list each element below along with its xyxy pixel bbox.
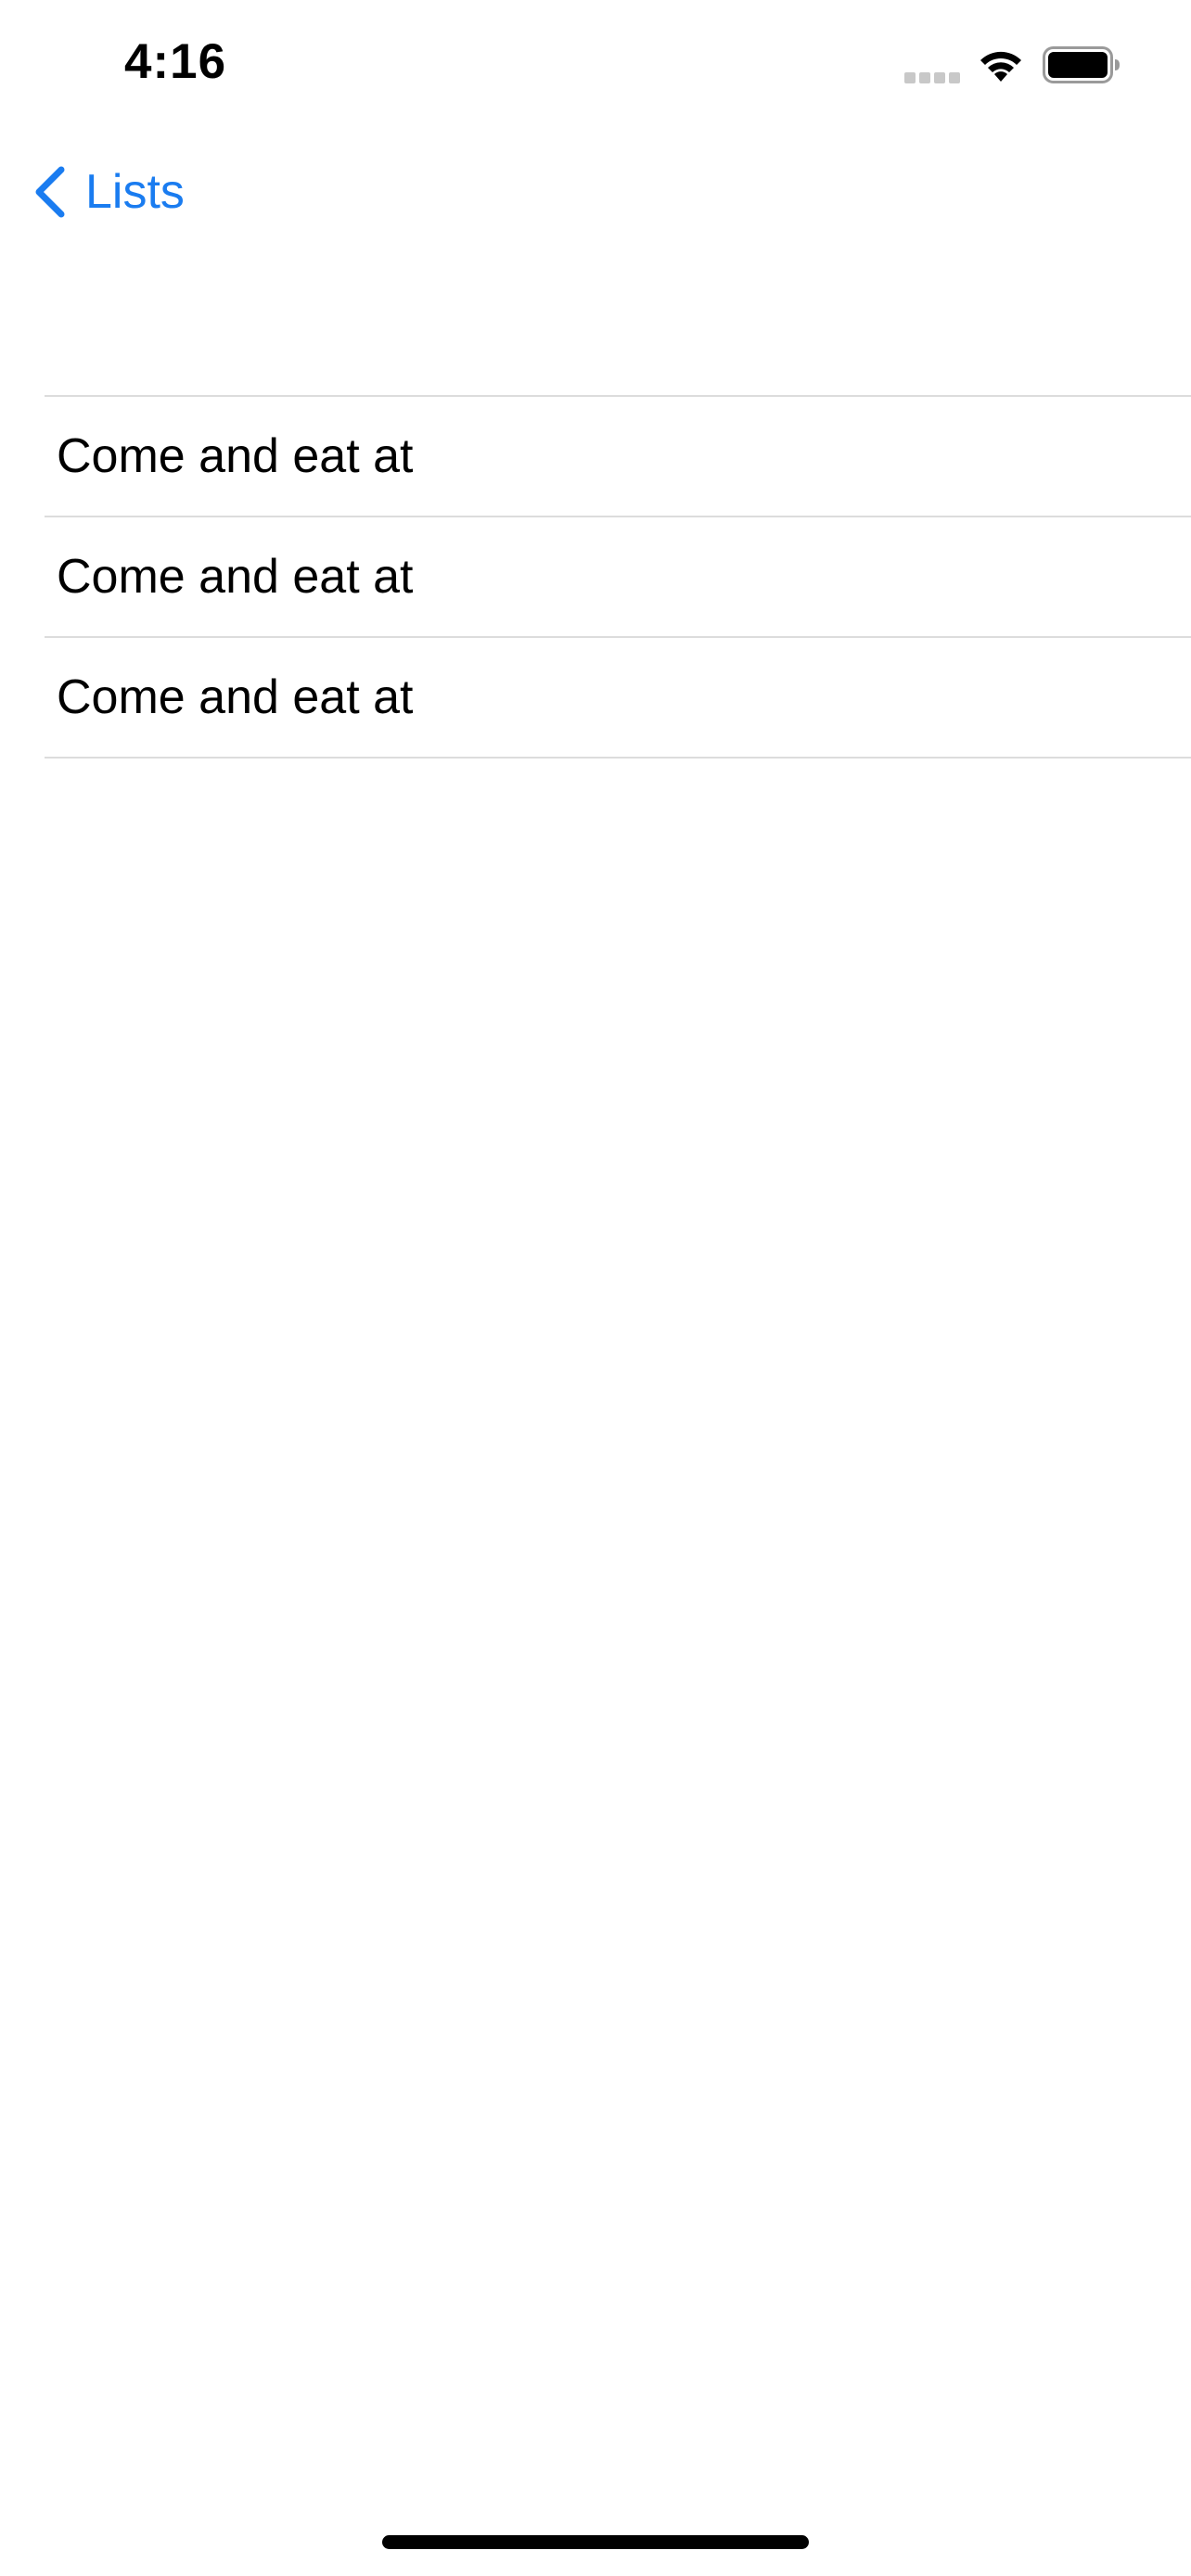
battery-icon [1043,46,1120,83]
list-item[interactable]: Come and eat at [45,517,1191,638]
cellular-signal-icon [904,72,960,83]
wifi-icon [980,51,1021,82]
list-item[interactable]: Come and eat at [45,638,1191,759]
list-item-label: Come and eat at [57,670,414,724]
home-indicator[interactable] [382,2535,809,2549]
list-item-label: Come and eat at [57,429,414,483]
list: Come and eat at Come and eat at Come and… [45,395,1191,759]
list-item-label: Come and eat at [57,550,414,604]
navigation-bar: Lists [0,139,1191,247]
back-button[interactable]: Lists [32,159,185,224]
list-item[interactable]: Come and eat at [45,397,1191,517]
back-button-label: Lists [85,165,185,219]
status-time: 4:16 [124,34,227,89]
status-bar: 4:16 [0,0,1191,130]
chevron-left-icon [35,166,65,218]
